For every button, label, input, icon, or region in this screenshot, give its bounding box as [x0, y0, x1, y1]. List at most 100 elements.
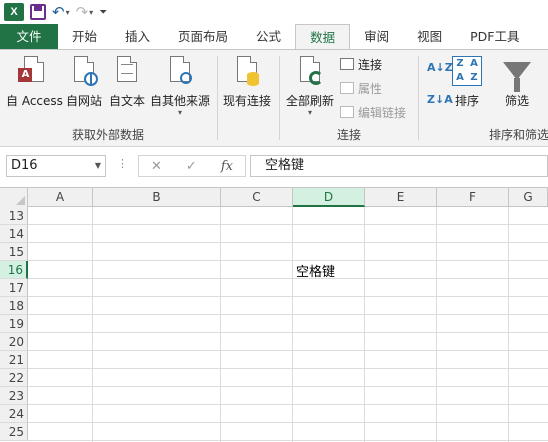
row-header-13[interactable]: 13 [0, 207, 28, 225]
row-header-24[interactable]: 24 [0, 405, 28, 423]
formula-input[interactable]: 空格键 [250, 155, 548, 177]
grid-line [28, 368, 548, 369]
quick-access-toolbar: X ↶ ▾ ↷ ▾ ⏷ [0, 0, 548, 24]
confirm-icon[interactable]: ✓ [186, 159, 197, 174]
tab-home[interactable]: 开始 [58, 24, 111, 49]
formula-bar-grip-icon[interactable]: ⋮ [117, 157, 128, 170]
tab-insert[interactable]: 插入 [111, 24, 164, 49]
from-text-button[interactable]: 自文本 [109, 54, 145, 109]
row-header-21[interactable]: 21 [0, 351, 28, 369]
edit-links-icon [340, 106, 354, 118]
tab-view[interactable]: 视图 [403, 24, 456, 49]
name-box[interactable]: D16 ▼ [6, 155, 106, 177]
sort-icon: ZA AZ [451, 54, 483, 88]
from-other-sources-label: 自其他来源 [150, 94, 211, 108]
column-header-g[interactable]: G [509, 188, 548, 207]
row-header-15[interactable]: 15 [0, 243, 28, 261]
spreadsheet-grid[interactable]: ABCDEFG 13 14 15 16 17 18 19 20 21 22 23 24 25 空格键 [0, 187, 548, 442]
from-text-label: 自文本 [109, 94, 146, 108]
undo-button[interactable]: ↶ ▾ [52, 2, 70, 22]
tab-formulas[interactable]: 公式 [242, 24, 295, 49]
properties-button[interactable]: 属性 [340, 78, 382, 98]
grid-line [28, 242, 548, 243]
cancel-icon[interactable]: ✕ [151, 159, 162, 174]
redo-icon: ↷ [75, 3, 89, 21]
tab-data[interactable]: 数据 [295, 24, 351, 50]
row-header-25[interactable]: 25 [0, 423, 28, 441]
from-web-button[interactable]: 自网站 [66, 54, 102, 109]
row-header-16[interactable]: 16 [0, 261, 28, 279]
insert-function-icon[interactable]: fx [221, 159, 233, 174]
name-box-value: D16 [11, 158, 38, 173]
excel-logo: X [4, 2, 24, 22]
connections-icon [340, 58, 354, 70]
group-existing-connections: 现有连接 [218, 50, 278, 147]
existing-connections-button[interactable]: 现有连接 [223, 54, 271, 109]
sort-ascending-button[interactable]: A↓Z [427, 62, 453, 73]
connections-label: 连接 [358, 57, 383, 72]
chevron-down-icon: ▾ [65, 7, 70, 17]
tab-file[interactable]: 文件 [0, 24, 58, 49]
row-header-19[interactable]: 19 [0, 315, 28, 333]
group-label-external: 获取外部数据 [71, 128, 144, 142]
ribbon: A 自 Access 自网站 自文本 自其他来源 ▾ 获取外部数据 现有连接 全… [0, 49, 548, 147]
tab-page-layout[interactable]: 页面布局 [164, 24, 242, 49]
column-header-d[interactable]: D [293, 188, 365, 207]
row-header-17[interactable]: 17 [0, 279, 28, 297]
save-button[interactable] [30, 2, 46, 22]
grid-line [28, 260, 548, 261]
column-header-a[interactable]: A [28, 188, 93, 207]
group-label-connections: 连接 [336, 128, 361, 142]
customize-icon: ⏷ [99, 6, 108, 18]
access-icon: A [18, 54, 50, 88]
row-header-14[interactable]: 14 [0, 225, 28, 243]
grid-line [28, 440, 548, 441]
from-access-button[interactable]: A 自 Access [6, 54, 63, 109]
other-sources-icon [164, 54, 196, 88]
grid-line [28, 386, 548, 387]
grid-line [28, 422, 548, 423]
tab-review[interactable]: 审阅 [350, 24, 403, 49]
from-web-label: 自网站 [66, 94, 103, 108]
chevron-down-icon: ▼ [94, 161, 101, 170]
excel-icon: X [4, 3, 24, 21]
from-other-sources-button[interactable]: 自其他来源 ▾ [150, 54, 210, 117]
row-header-20[interactable]: 20 [0, 333, 28, 351]
group-get-external-data: A 自 Access 自网站 自文本 自其他来源 ▾ 获取外部数据 [0, 50, 216, 147]
properties-icon [340, 82, 354, 94]
refresh-all-label: 全部刷新 [286, 94, 335, 108]
column-header-f[interactable]: F [437, 188, 509, 207]
sort-descending-button[interactable]: Z↓A [427, 94, 453, 105]
filter-button[interactable]: 筛选 [501, 54, 533, 109]
web-icon [68, 54, 100, 88]
redo-button[interactable]: ↷ ▾ [76, 2, 94, 22]
select-all-corner[interactable] [0, 188, 28, 207]
column-header-b[interactable]: B [93, 188, 221, 207]
edit-links-button[interactable]: 编辑链接 [340, 102, 406, 122]
sort-button[interactable]: ZA AZ 排序 [451, 54, 483, 109]
refresh-icon [294, 54, 326, 88]
grid-line [28, 350, 548, 351]
row-header-23[interactable]: 23 [0, 387, 28, 405]
formula-bar: D16 ▼ ⋮ ✕ ✓ fx 空格键 [0, 147, 548, 187]
refresh-all-button[interactable]: 全部刷新 ▾ [286, 54, 334, 117]
row-header-22[interactable]: 22 [0, 369, 28, 387]
undo-icon: ↶ [52, 3, 65, 21]
grid-line [28, 332, 548, 333]
chevron-down-icon: ▾ [178, 108, 183, 117]
customize-qat-button[interactable]: ⏷ [99, 2, 107, 22]
column-header-e[interactable]: E [365, 188, 437, 207]
grid-line [28, 314, 548, 315]
connections-button[interactable]: 连接 [340, 54, 382, 74]
properties-label: 属性 [358, 81, 383, 96]
row-header-18[interactable]: 18 [0, 297, 28, 315]
column-header-c[interactable]: C [221, 188, 293, 207]
grid-line [28, 296, 548, 297]
filter-label: 筛选 [504, 94, 529, 108]
from-access-label: 自 Access [6, 94, 63, 108]
text-file-icon [111, 54, 143, 88]
group-sort-filter: A↓Z Z↓A ZA AZ 排序 筛选 排序和筛选 [419, 50, 548, 147]
sort-label: 排序 [454, 94, 479, 108]
tab-pdf-tools[interactable]: PDF工具 [456, 24, 533, 49]
ribbon-tabs: 文件 开始 插入 页面布局 公式 数据 审阅 视图 PDF工具 [0, 24, 548, 50]
